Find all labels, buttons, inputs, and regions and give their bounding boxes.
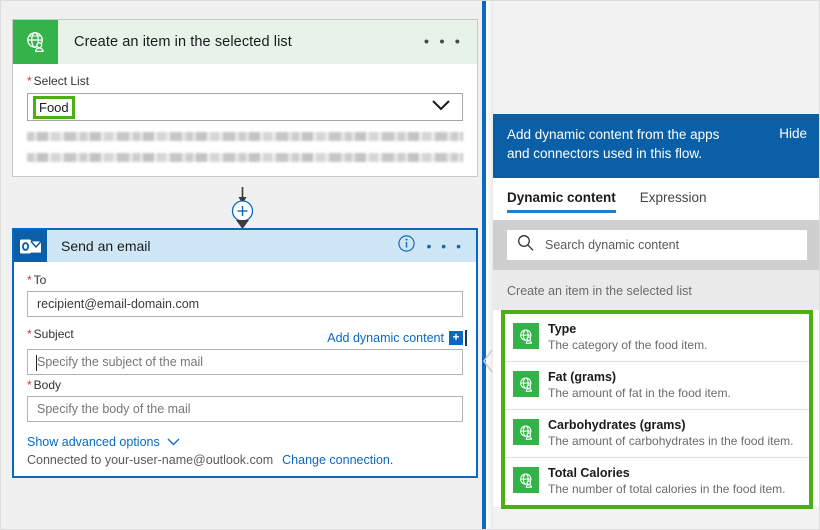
obscured-field-row (27, 132, 463, 141)
chevron-down-icon (167, 435, 180, 449)
subject-label-text: Subject (34, 327, 74, 341)
select-list-label-text: Select List (34, 74, 89, 88)
body-field-label: *Body (27, 378, 463, 392)
add-dynamic-content-icon[interactable]: + (449, 331, 463, 345)
outlook-card-header-actions: • • • (398, 235, 464, 257)
flow-designer-screen: Create an item in the selected list • • … (0, 0, 820, 530)
list-item-name: Type (548, 322, 707, 336)
panel-divider (486, 1, 493, 530)
show-advanced-options-button[interactable]: Show advanced options (27, 435, 463, 449)
show-advanced-options-label: Show advanced options (27, 435, 160, 449)
list-item-name: Total Calories (548, 466, 785, 480)
sharepoint-globe-person-icon (513, 419, 539, 445)
list-item[interactable]: Fat (grams) The amount of fat in the foo… (505, 362, 809, 410)
card-bottom-spacer (27, 162, 463, 176)
dynamic-search-placeholder: Search dynamic content (545, 238, 679, 252)
outlook-send-email-card[interactable]: Send an email • • • *To (12, 228, 478, 478)
info-circle-icon[interactable] (398, 235, 415, 257)
list-item-text: Total Calories The number of total calor… (548, 466, 785, 496)
outlook-envelope-icon (14, 230, 47, 262)
dynamic-search-input[interactable]: Search dynamic content (507, 230, 807, 260)
list-item-description: The amount of carbohydrates in the food … (548, 434, 793, 448)
to-input-value: recipient@email-domain.com (37, 297, 199, 311)
required-asterisk: * (27, 378, 32, 392)
sharepoint-create-item-card[interactable]: Create an item in the selected list • • … (12, 19, 478, 177)
dynamic-content-list: Create an item in the selected list (493, 270, 820, 507)
panel-blue-rail (482, 1, 486, 530)
sharepoint-globe-person-icon (513, 323, 539, 349)
list-item-description: The number of total calories in the food… (548, 482, 785, 496)
sharepoint-card-more-button[interactable]: • • • (424, 35, 463, 50)
list-item[interactable]: Total Calories The number of total calor… (505, 458, 809, 505)
sharepoint-card-title: Create an item in the selected list (74, 34, 292, 50)
to-field-label: *To (27, 273, 463, 287)
list-item-description: The amount of fat in the food item. (548, 386, 731, 400)
select-list-label: *Select List (27, 74, 463, 88)
list-item-text: Fat (grams) The amount of fat in the foo… (548, 370, 731, 400)
required-asterisk: * (27, 273, 32, 287)
dynamic-panel-header: Add dynamic content from the apps and co… (493, 114, 820, 178)
required-asterisk: * (27, 74, 32, 88)
sharepoint-card-header[interactable]: Create an item in the selected list • • … (13, 20, 477, 64)
subject-input-placeholder: Specify the subject of the mail (37, 355, 203, 369)
search-icon (517, 234, 534, 256)
body-input-placeholder: Specify the body of the mail (37, 402, 191, 416)
dynamic-content-items-highlight: Type The category of the food item. (501, 310, 813, 509)
connection-status-text: Connected to your-user-name@outlook.com (27, 453, 273, 467)
subject-input[interactable]: Specify the subject of the mail (27, 349, 463, 375)
obscured-field-row (27, 153, 463, 162)
list-item-text: Type The category of the food item. (548, 322, 707, 352)
dynamic-content-group-label: Create an item in the selected list (493, 270, 820, 310)
select-list-dropdown[interactable]: Food (27, 93, 463, 121)
dynamic-panel-header-text: Add dynamic content from the apps and co… (507, 125, 739, 163)
sharepoint-card-body: *Select List Food (13, 64, 477, 176)
subject-field-label: *Subject (27, 327, 74, 341)
hide-panel-button[interactable]: Hide (779, 125, 807, 141)
dynamic-panel-tabs: Dynamic content Expression (493, 178, 820, 220)
outlook-card-body: *To recipient@email-domain.com *Subject … (14, 262, 476, 476)
text-caret (36, 355, 37, 371)
list-item-name: Fat (grams) (548, 370, 731, 384)
list-item[interactable]: Carbohydrates (grams) The amount of carb… (505, 410, 809, 458)
outlook-card-more-button[interactable]: • • • (427, 239, 464, 253)
list-item-text: Carbohydrates (grams) The amount of carb… (548, 418, 793, 448)
sharepoint-globe-person-icon (513, 371, 539, 397)
to-label-text: To (34, 273, 47, 287)
required-asterisk: * (27, 327, 32, 341)
selected-list-value[interactable]: Food (33, 96, 75, 119)
change-connection-link[interactable]: Change connection. (282, 453, 393, 467)
flow-connector (1, 187, 479, 229)
outlook-card-header[interactable]: Send an email • • • (14, 230, 476, 262)
tab-expression[interactable]: Expression (640, 190, 707, 213)
subject-label-row: *Subject Add dynamic content + (27, 324, 463, 345)
add-dynamic-content-button[interactable]: Add dynamic content + (327, 331, 463, 345)
sharepoint-globe-person-icon (13, 20, 58, 64)
list-item[interactable]: Type The category of the food item. (505, 314, 809, 362)
chevron-down-icon[interactable] (432, 98, 450, 116)
dynamic-search-container: Search dynamic content (493, 220, 820, 270)
tab-dynamic-content[interactable]: Dynamic content (507, 190, 616, 213)
to-input[interactable]: recipient@email-domain.com (27, 291, 463, 317)
sharepoint-globe-person-icon (513, 467, 539, 493)
body-input[interactable]: Specify the body of the mail (27, 396, 463, 422)
list-item-name: Carbohydrates (grams) (548, 418, 793, 432)
connection-status-row: Connected to your-user-name@outlook.com … (27, 453, 463, 467)
designer-canvas: Create an item in the selected list • • … (1, 1, 493, 530)
add-dynamic-content-label: Add dynamic content (327, 331, 444, 345)
list-item-description: The category of the food item. (548, 338, 707, 352)
outlook-card-title: Send an email (61, 238, 151, 254)
body-label-text: Body (34, 378, 61, 392)
dynamic-content-panel: Add dynamic content from the apps and co… (493, 1, 820, 530)
